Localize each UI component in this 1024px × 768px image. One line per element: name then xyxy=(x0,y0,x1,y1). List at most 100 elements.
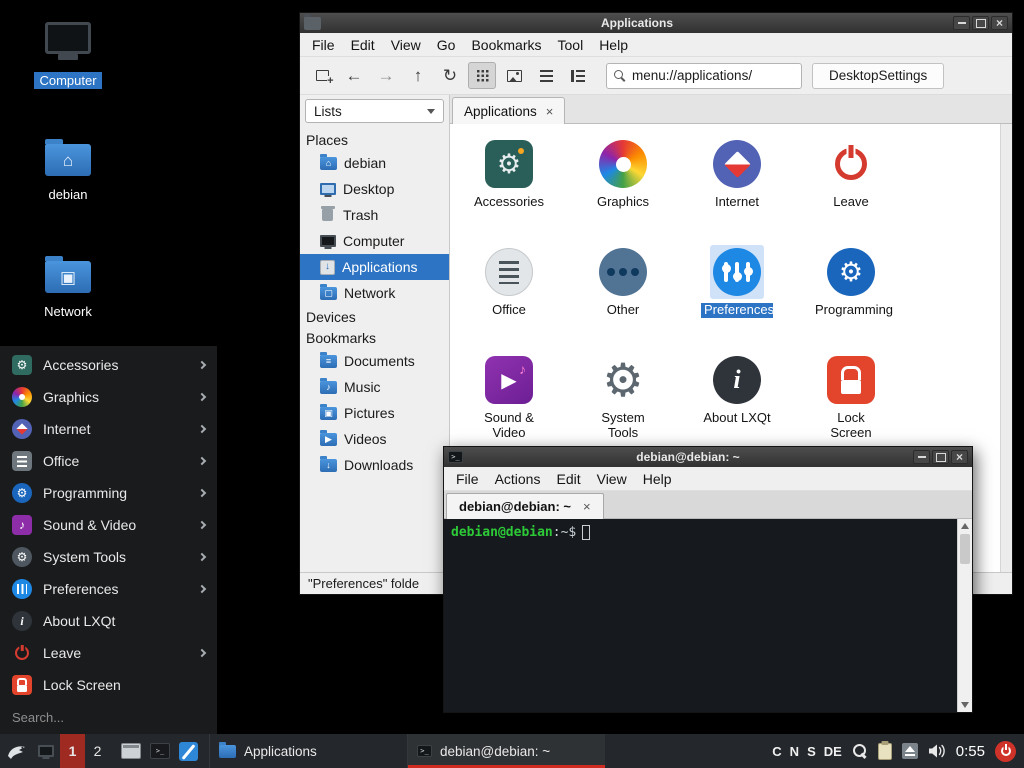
scroll-up-icon[interactable] xyxy=(961,523,969,529)
menu-item-leave[interactable]: Leave xyxy=(0,637,217,669)
chevron-right-icon xyxy=(198,425,206,433)
menu-actions[interactable]: Actions xyxy=(487,469,549,489)
app-item-preferences[interactable]: Preferences xyxy=(680,240,794,348)
magnifier-icon[interactable] xyxy=(852,743,868,759)
sidebar-item-applications[interactable]: Applications xyxy=(300,254,449,280)
minimize-button[interactable] xyxy=(953,16,970,30)
clock[interactable]: 0:55 xyxy=(956,743,985,760)
desktop-icon-debian[interactable]: ⌂ debian xyxy=(16,138,120,203)
workspace-1[interactable]: 1 xyxy=(60,734,85,768)
terminal-titlebar[interactable]: debian@debian: ~ xyxy=(444,447,972,467)
app-item-programming[interactable]: Programming xyxy=(794,240,908,348)
sidebar-item-computer[interactable]: Computer xyxy=(300,228,449,254)
forward-button[interactable]: → xyxy=(372,62,400,89)
terminal-output[interactable]: debian@debian:~$ xyxy=(444,519,972,712)
start-menu-button[interactable] xyxy=(0,734,32,768)
editor-launcher-icon[interactable] xyxy=(179,742,198,761)
new-tab-button[interactable] xyxy=(308,62,336,89)
app-item-lock-screen[interactable]: Lock Screen xyxy=(794,348,908,456)
menu-item-graphics[interactable]: Graphics xyxy=(0,381,217,413)
fm-scrollbar[interactable] xyxy=(1000,124,1012,572)
terminal-launcher-icon[interactable] xyxy=(150,743,170,759)
menu-item-sound-video[interactable]: Sound & Video xyxy=(0,509,217,541)
minimize-button[interactable] xyxy=(913,450,930,464)
removable-media-icon[interactable] xyxy=(902,743,918,759)
tab-close-icon[interactable]: × xyxy=(546,104,554,119)
menu-help[interactable]: Help xyxy=(591,35,636,55)
sidebar-item-music[interactable]: ♪ Music xyxy=(300,374,449,400)
app-item-graphics[interactable]: Graphics xyxy=(566,132,680,240)
sidebar-item-videos[interactable]: ▶ Videos xyxy=(300,426,449,452)
terminal-tab[interactable]: debian@debian: ~ × xyxy=(446,493,604,519)
menu-edit[interactable]: Edit xyxy=(548,469,588,489)
scrollbar-thumb[interactable] xyxy=(960,534,970,564)
path-input[interactable] xyxy=(632,68,794,83)
desktop-icon-label: Network xyxy=(39,303,97,320)
path-bar[interactable] xyxy=(606,63,802,89)
menu-item-preferences[interactable]: Preferences xyxy=(0,573,217,605)
menu-edit[interactable]: Edit xyxy=(343,35,383,55)
close-button[interactable] xyxy=(991,16,1008,30)
task-terminal[interactable]: debian@debian: ~ xyxy=(407,734,605,768)
sidebar-item-downloads[interactable]: ↓ Downloads xyxy=(300,452,449,478)
menu-file[interactable]: File xyxy=(448,469,487,489)
tab-applications[interactable]: Applications × xyxy=(452,97,565,124)
thumbnail-view-button[interactable] xyxy=(500,62,528,89)
close-button[interactable] xyxy=(951,450,968,464)
maximize-button[interactable] xyxy=(972,16,989,30)
sidebar-mode-select[interactable]: Lists xyxy=(305,99,444,123)
icon-view-button[interactable] xyxy=(468,62,496,89)
sidebar-item-desktop[interactable]: Desktop xyxy=(300,176,449,202)
app-item-label: Leave xyxy=(833,195,868,210)
menu-item-programming[interactable]: Programming xyxy=(0,477,217,509)
sidebar-item-documents[interactable]: ≡ Documents xyxy=(300,348,449,374)
menu-view[interactable]: View xyxy=(589,469,635,489)
sidebar-item-home[interactable]: ⌂ debian xyxy=(300,150,449,176)
app-item-other[interactable]: Other xyxy=(566,240,680,348)
tab-close-icon[interactable]: × xyxy=(583,499,591,514)
app-item-leave[interactable]: Leave xyxy=(794,132,908,240)
menu-view[interactable]: View xyxy=(383,35,429,55)
menu-item-internet[interactable]: Internet xyxy=(0,413,217,445)
app-item-office[interactable]: Office xyxy=(452,240,566,348)
menu-item-about-lxqt[interactable]: About LXQt xyxy=(0,605,217,637)
keyboard-indicators[interactable]: C N S DE xyxy=(772,744,842,759)
up-button[interactable]: ↑ xyxy=(404,62,432,89)
power-button[interactable] xyxy=(995,741,1016,762)
menu-file[interactable]: File xyxy=(304,35,343,55)
reload-button[interactable]: ↻ xyxy=(436,62,464,89)
desktop-settings-button[interactable]: DesktopSettings xyxy=(812,63,944,89)
file-manager-launcher-icon[interactable] xyxy=(121,743,141,759)
app-item-accessories[interactable]: Accessories xyxy=(452,132,566,240)
menu-go[interactable]: Go xyxy=(429,35,464,55)
app-item-about-lxqt[interactable]: About LXQt xyxy=(680,348,794,456)
volume-icon[interactable] xyxy=(928,743,946,759)
app-item-internet[interactable]: Internet xyxy=(680,132,794,240)
search-input[interactable] xyxy=(12,710,205,725)
menu-item-lock-screen[interactable]: Lock Screen xyxy=(0,669,217,701)
menu-item-office[interactable]: Office xyxy=(0,445,217,477)
app-item-system-tools[interactable]: System Tools xyxy=(566,348,680,456)
app-item-sound-video[interactable]: Sound & Video xyxy=(452,348,566,456)
menu-tool[interactable]: Tool xyxy=(550,35,592,55)
clipboard-icon[interactable] xyxy=(878,743,892,760)
desktop-icon-computer[interactable]: Computer xyxy=(16,22,120,89)
menu-item-system-tools[interactable]: System Tools xyxy=(0,541,217,573)
menu-help[interactable]: Help xyxy=(635,469,680,489)
sidebar-item-trash[interactable]: Trash xyxy=(300,202,449,228)
sidebar-item-pictures[interactable]: ▣ Pictures xyxy=(300,400,449,426)
back-button[interactable]: ← xyxy=(340,62,368,89)
detailed-view-button[interactable] xyxy=(564,62,592,89)
menu-item-accessories[interactable]: Accessories xyxy=(0,349,217,381)
desktop-icon-network[interactable]: ▣ Network xyxy=(16,255,120,320)
workspace-2[interactable]: 2 xyxy=(85,734,110,768)
show-desktop-button[interactable] xyxy=(32,734,60,768)
menu-bookmarks[interactable]: Bookmarks xyxy=(463,35,549,55)
scroll-down-icon[interactable] xyxy=(961,702,969,708)
terminal-scrollbar[interactable] xyxy=(957,519,972,712)
sidebar-item-network[interactable]: ▢ Network xyxy=(300,280,449,306)
maximize-button[interactable] xyxy=(932,450,949,464)
task-applications[interactable]: Applications xyxy=(209,734,407,768)
fm-titlebar[interactable]: Applications xyxy=(300,13,1012,33)
compact-view-button[interactable] xyxy=(532,62,560,89)
